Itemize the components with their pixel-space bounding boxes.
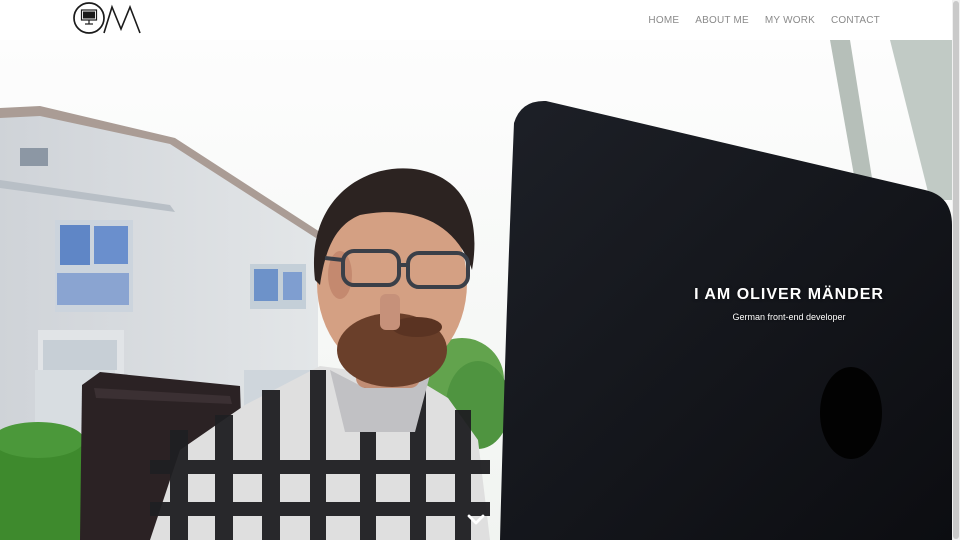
nav-my-work[interactable]: MY WORK bbox=[765, 15, 815, 26]
hero-section: I AM OLIVER MÄNDER German front-end deve… bbox=[0, 40, 952, 540]
main-nav: HOME ABOUT ME MY WORK CONTACT bbox=[648, 0, 880, 40]
nav-about-me[interactable]: ABOUT ME bbox=[695, 15, 749, 26]
page: HOME ABOUT ME MY WORK CONTACT I AM OLIVE… bbox=[0, 0, 960, 540]
hero-intro: I AM OLIVER MÄNDER German front-end deve… bbox=[659, 286, 919, 322]
chevron-down-icon bbox=[467, 514, 485, 525]
scroll-down-button[interactable] bbox=[467, 513, 485, 527]
hero-subtitle: German front-end developer bbox=[732, 312, 846, 322]
nav-contact[interactable]: CONTACT bbox=[831, 15, 880, 26]
om-logo-icon bbox=[73, 2, 141, 34]
site-header: HOME ABOUT ME MY WORK CONTACT bbox=[0, 0, 960, 40]
site-logo[interactable] bbox=[73, 2, 148, 36]
nav-home[interactable]: HOME bbox=[648, 15, 679, 26]
hero-title: I AM OLIVER MÄNDER bbox=[694, 286, 884, 303]
vertical-scrollbar-thumb[interactable] bbox=[953, 1, 959, 539]
